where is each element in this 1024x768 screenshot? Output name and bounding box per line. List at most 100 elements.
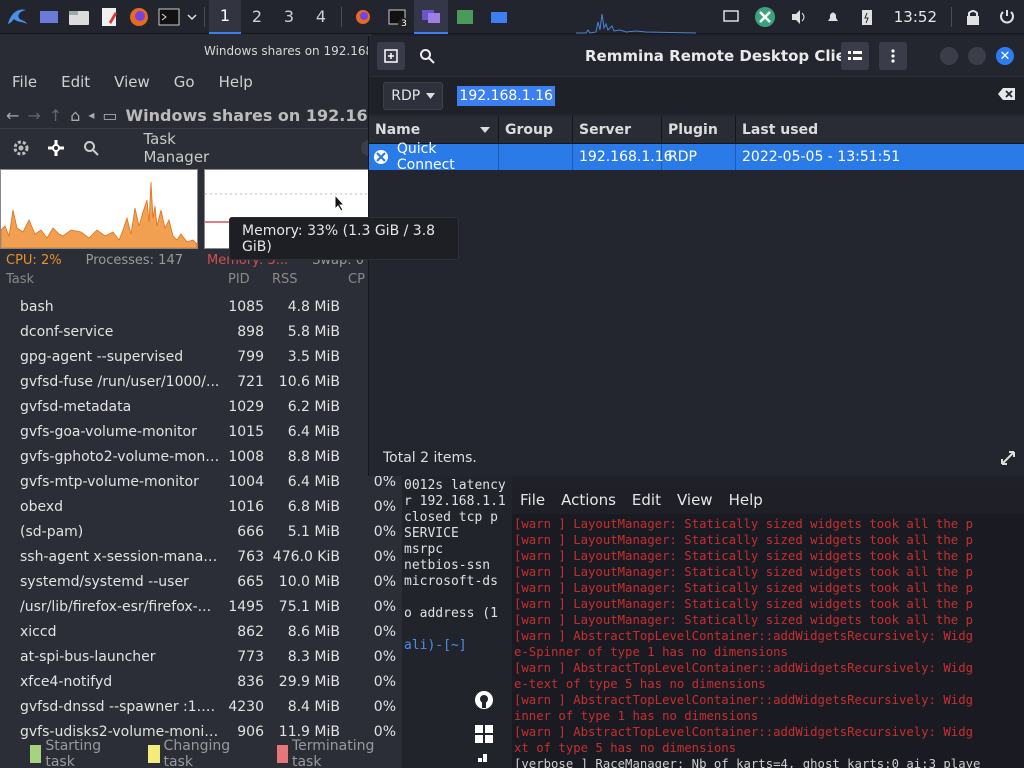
table-row[interactable]: xiccd 862 8.6 MiB 0%	[0, 620, 402, 645]
table-row[interactable]: at-spi-bus-launcher 773 8.3 MiB 0%	[0, 645, 402, 670]
column-group[interactable]: Group	[499, 116, 573, 143]
clear-input-icon[interactable]	[998, 87, 1016, 101]
table-row[interactable]: xfce4-notifyd 836 29.9 MiB 0%	[0, 670, 402, 695]
up-arrow-icon[interactable]: ↑	[49, 106, 62, 125]
column-server[interactable]: Server	[573, 116, 662, 143]
task-pid: 799	[237, 349, 264, 365]
taskbar-file-manager[interactable]	[482, 0, 516, 34]
table-row[interactable]: gpg-agent --supervised 799 3.5 MiB	[0, 345, 402, 370]
workspace-3[interactable]: 3	[273, 0, 305, 34]
file-manager-window: Windows shares on 192.168 File Edit View…	[0, 34, 373, 134]
taskbar-firefox[interactable]	[346, 0, 380, 34]
battery-icon[interactable]	[850, 0, 884, 34]
table-row[interactable]: /usr/lib/firefox-esr/firefox-... 1495 75.1…	[0, 595, 402, 620]
workspace-1[interactable]: 1	[209, 0, 241, 34]
column-last-used[interactable]: Last used	[736, 116, 1024, 143]
menu-view[interactable]: View	[669, 491, 721, 509]
file-manager-launcher-icon[interactable]	[64, 0, 94, 34]
crosshair-icon[interactable]	[43, 135, 68, 161]
resize-arrows-icon[interactable]	[1001, 451, 1015, 465]
search-button[interactable]	[413, 42, 441, 70]
chevron-down-icon[interactable]	[184, 0, 200, 34]
display-icon[interactable]	[714, 0, 748, 34]
text-editor-launcher-icon[interactable]	[94, 0, 124, 34]
gear-icon[interactable]	[8, 135, 33, 161]
server-address-value[interactable]: 192.168.1.16	[457, 85, 555, 106]
menu-edit[interactable]: Edit	[624, 491, 669, 509]
table-row[interactable]: systemd/systemd --user 665 10.0 MiB 0%	[0, 570, 402, 595]
new-connection-button[interactable]	[377, 42, 405, 70]
table-row[interactable]: gvfs-mtp-volume-monitor 1004 6.4 MiB 0%	[0, 470, 402, 495]
taskbar-remmina[interactable]	[414, 0, 448, 34]
menu-edit[interactable]: Edit	[49, 73, 102, 91]
menu-file[interactable]: File	[0, 73, 49, 91]
table-row[interactable]: obexd 1016 6.8 MiB 0%	[0, 495, 402, 520]
log-line: [verbose ] RaceManager: Nb of karts=4, g…	[514, 757, 981, 768]
menu-go[interactable]: Go	[162, 73, 207, 91]
table-row[interactable]: gvfsd-dnssd --spawner :1.5 /... 4230 8.4 M…	[0, 695, 402, 720]
github-icon[interactable]	[472, 688, 496, 712]
column-name[interactable]: Name	[369, 116, 499, 143]
view-toggle-button[interactable]	[841, 42, 869, 70]
task-name: ssh-agent x-session-manager	[20, 549, 220, 565]
table-row[interactable]: gvfsd-metadata 1029 6.2 MiB	[0, 395, 402, 420]
kali-menu-icon[interactable]	[0, 0, 34, 34]
terminal-launcher-icon[interactable]	[154, 0, 184, 34]
server-address-input[interactable]: 192.168.1.16	[457, 82, 1024, 110]
taskbar-terminal[interactable]: 3	[380, 0, 414, 34]
maximize-button[interactable]	[968, 47, 986, 65]
table-row[interactable]: bash 1085 4.8 MiB	[0, 295, 402, 320]
column-task[interactable]: Task	[6, 272, 34, 287]
location-folder-icon: ▭	[102, 105, 118, 125]
connection-server: 192.168.1.16	[573, 144, 673, 170]
firefox-launcher-icon[interactable]	[124, 0, 154, 34]
table-row[interactable]: gvfs-goa-volume-monitor 1015 6.4 MiB	[0, 420, 402, 445]
docker-icon[interactable]	[472, 754, 496, 768]
menu-file[interactable]: File	[512, 491, 553, 509]
taskbar-image-viewer[interactable]	[448, 0, 482, 34]
column-pid[interactable]: PID	[228, 272, 250, 287]
power-icon[interactable]	[990, 0, 1024, 34]
back-arrow-icon[interactable]: ←	[6, 106, 19, 125]
menu-help[interactable]: Help	[721, 491, 771, 509]
protocol-dropdown[interactable]: RDP	[383, 81, 444, 110]
windows-icon[interactable]	[472, 722, 496, 746]
log-line: [warn ] LayoutManager: Statically sized …	[514, 549, 974, 563]
task-cpu: 0%	[373, 499, 396, 515]
menu-help[interactable]: Help	[207, 73, 265, 91]
minimize-button[interactable]	[940, 47, 958, 65]
task-pid: 721	[237, 374, 264, 390]
task-cpu: 0%	[373, 474, 396, 490]
column-cpu[interactable]: CP	[348, 272, 365, 287]
forward-arrow-icon[interactable]: →	[27, 106, 40, 125]
column-rss[interactable]: RSS	[272, 272, 298, 287]
search-icon[interactable]	[78, 135, 103, 161]
location-path[interactable]: Windows shares on 192.16	[126, 106, 368, 125]
lock-screen-icon[interactable]	[956, 0, 990, 34]
task-pid: 666	[237, 524, 264, 540]
table-row[interactable]: ssh-agent x-session-manager 763 476.0 KiB 0…	[0, 545, 402, 570]
notification-bell-icon[interactable]	[816, 0, 850, 34]
main-menu-button[interactable]	[879, 42, 907, 70]
volume-icon[interactable]	[782, 0, 816, 34]
table-row[interactable]: gvfs-gphoto2-volume-monitor 1008 8.8 MiB	[0, 445, 402, 470]
home-icon[interactable]: ⌂	[70, 106, 80, 125]
menu-view[interactable]: View	[102, 73, 162, 91]
task-rss: 75.1 MiB	[278, 599, 340, 615]
table-row[interactable]: dconf-service 898 5.8 MiB	[0, 320, 402, 345]
connection-row[interactable]: Quick Connect 192.168.1.16 RDP 2022-05-0…	[369, 141, 1024, 173]
close-button[interactable]: ✕	[996, 47, 1014, 65]
log-line: [warn ] LayoutManager: Statically sized …	[514, 517, 974, 531]
workspace-2[interactable]: 2	[241, 0, 273, 34]
chevron-left-icon[interactable]: ◂	[88, 108, 94, 122]
clock[interactable]: 13:52	[884, 8, 947, 26]
menu-actions[interactable]: Actions	[553, 491, 624, 509]
table-row[interactable]: gvfsd-fuse /run/user/1000/... 721 10.6 MiB	[0, 370, 402, 395]
column-plugin[interactable]: Plugin	[662, 116, 736, 143]
network-manager-icon[interactable]	[748, 0, 782, 34]
task-pid: 773	[237, 649, 264, 665]
workspace-4[interactable]: 4	[305, 0, 337, 34]
table-row[interactable]: (sd-pam) 666 5.1 MiB 0%	[0, 520, 402, 545]
show-desktop-icon[interactable]	[34, 0, 64, 34]
task-pid: 862	[237, 624, 264, 640]
